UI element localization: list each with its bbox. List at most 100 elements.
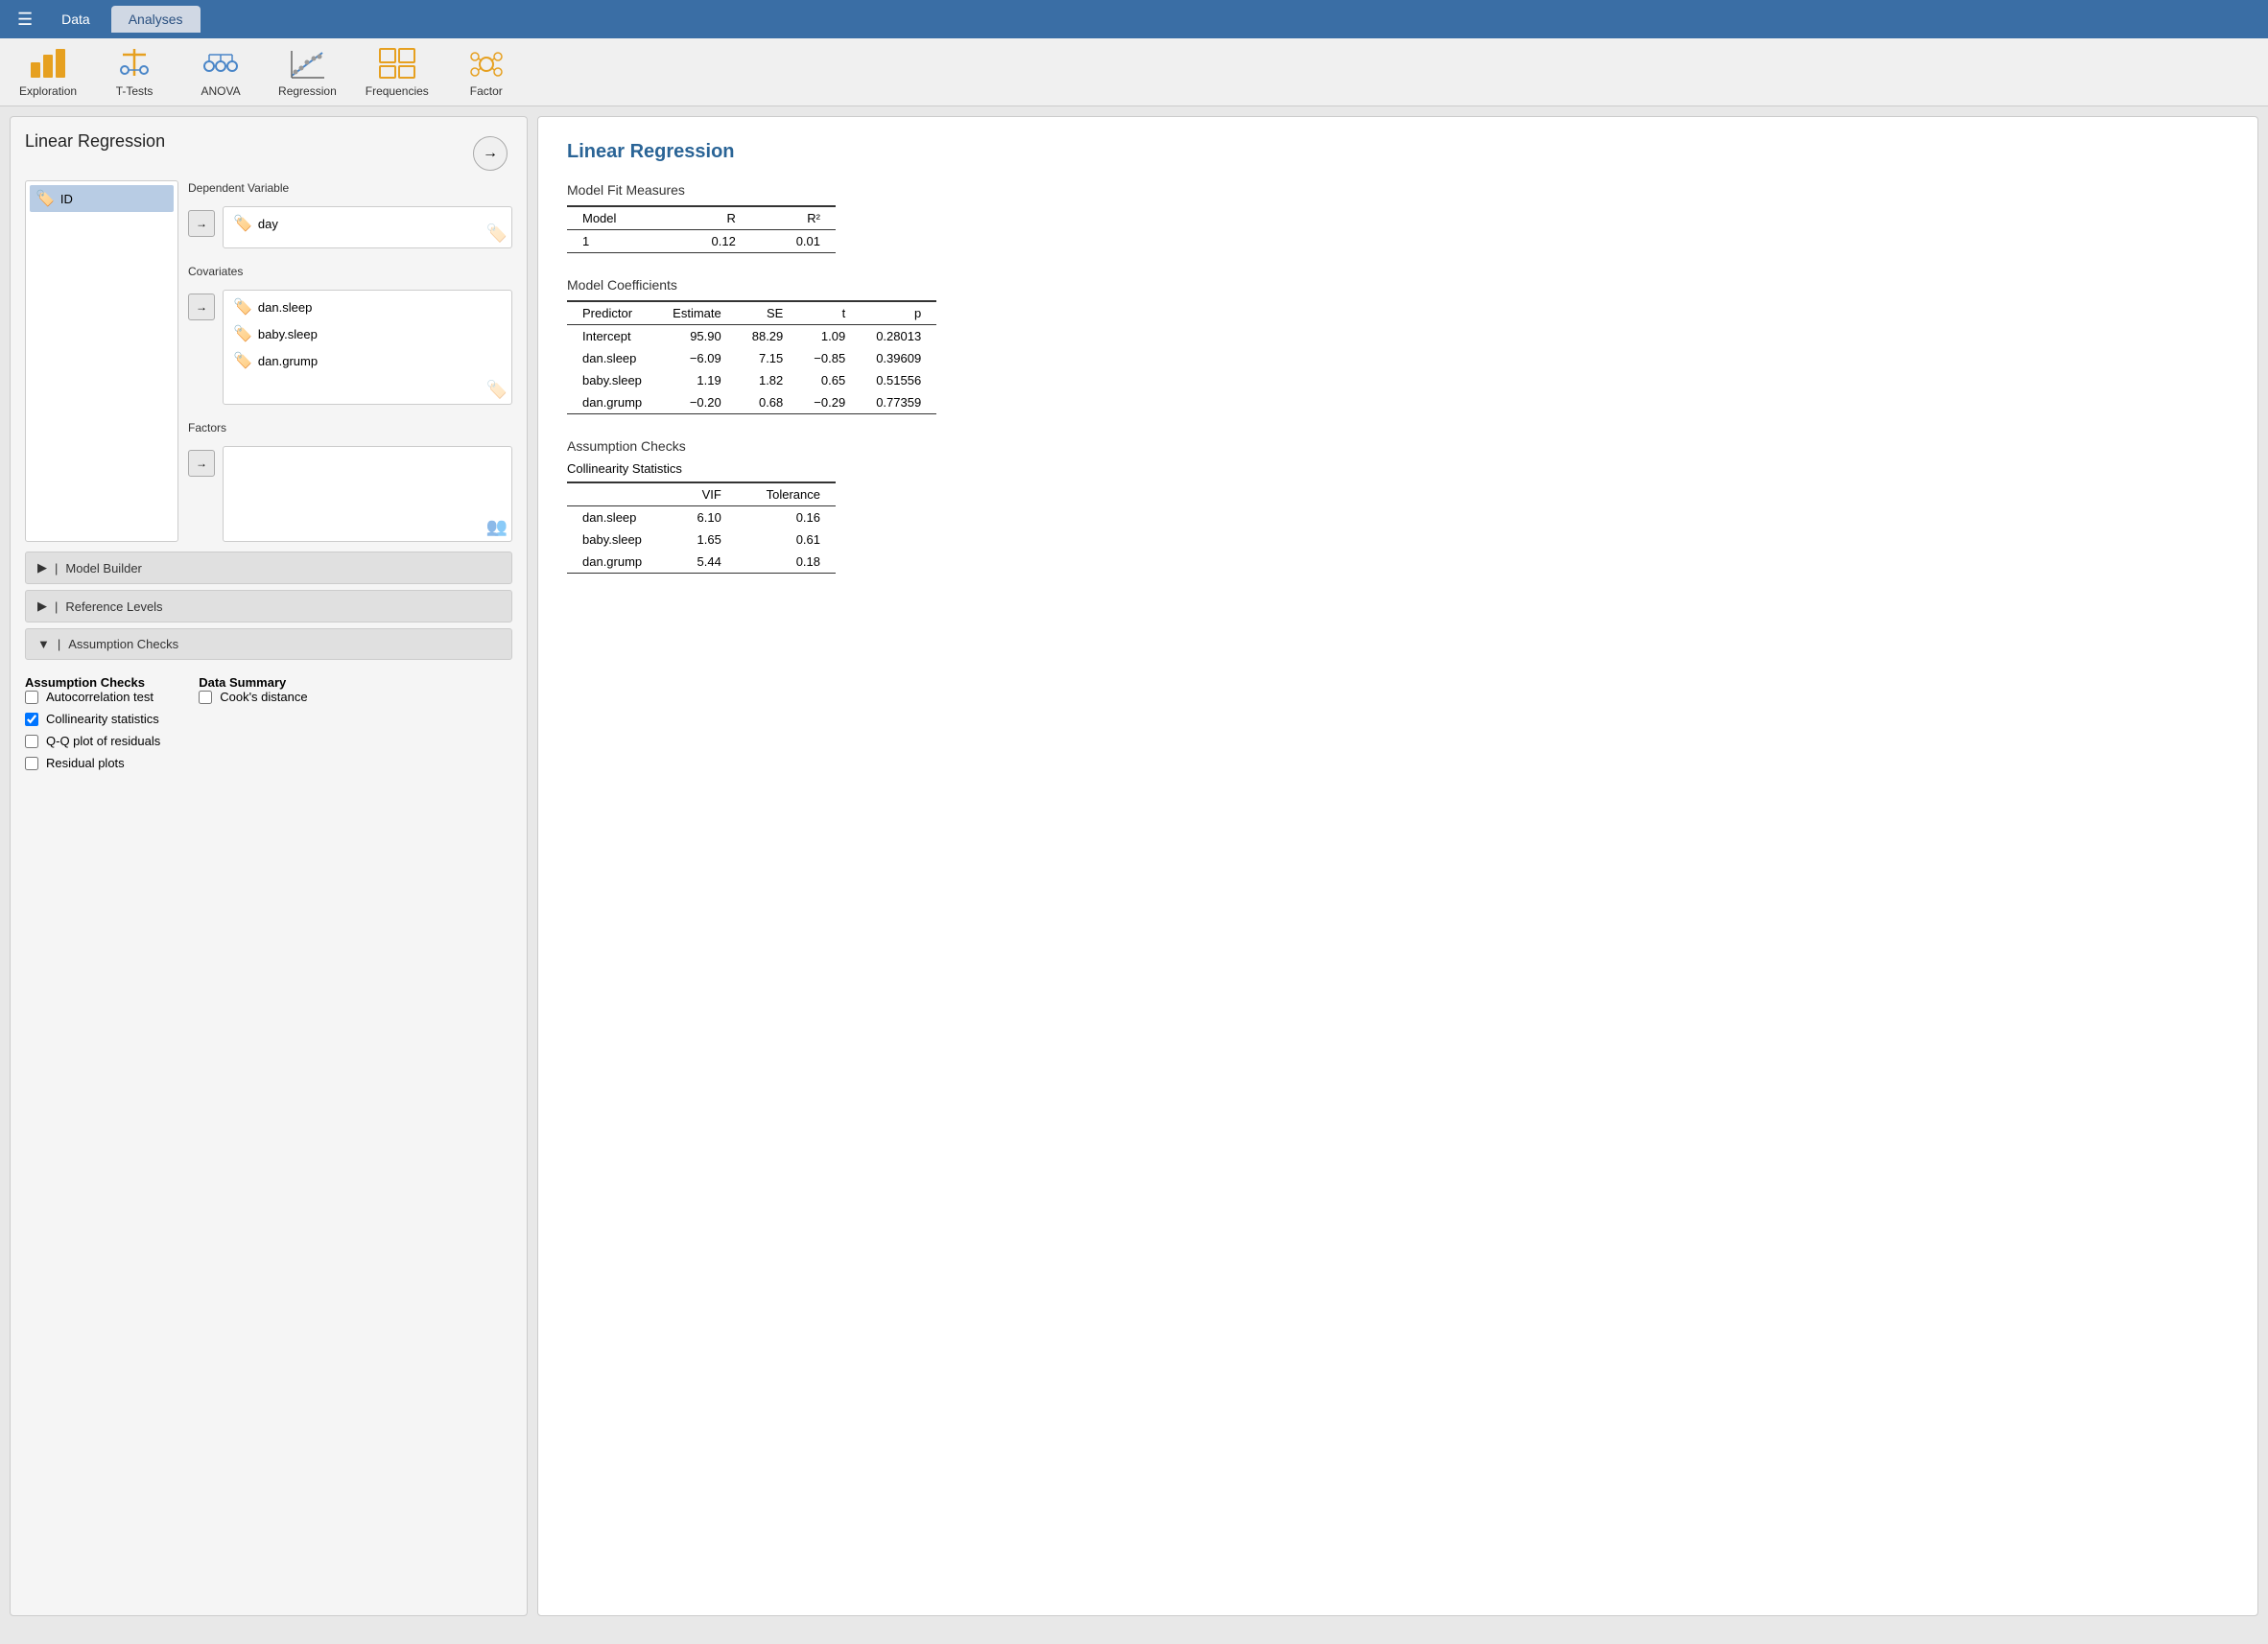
toolbar-item-factor[interactable]: Factor — [458, 46, 515, 98]
dependent-var-label: day — [258, 217, 278, 231]
model-fit-table: Model R R² 1 0.12 0.01 — [567, 205, 836, 253]
coll-dan-sleep-tol: 0.16 — [737, 506, 836, 529]
divider2: | — [55, 599, 58, 614]
collinearity-checkbox[interactable] — [25, 713, 38, 726]
dependent-variable-zone[interactable]: 🏷️ day 🏷️ — [223, 206, 512, 248]
cooks-distance-checkbox[interactable] — [199, 691, 212, 704]
toolbar-item-regression[interactable]: Regression — [278, 46, 337, 98]
divider3: | — [58, 637, 60, 651]
coll-baby-sleep-vif: 1.65 — [673, 528, 737, 551]
check-cooks-distance: Cook's distance — [199, 690, 307, 704]
collinearity-baby-sleep: baby.sleep 1.65 0.61 — [567, 528, 836, 551]
source-var-id-label: ID — [60, 192, 73, 206]
coeff-row-dan-grump: dan.grump −0.20 0.68 −0.29 0.77359 — [567, 391, 936, 414]
ttests-label: T-Tests — [116, 84, 154, 98]
reference-levels-chevron: ▶ — [37, 599, 47, 614]
r-col-header: R — [667, 206, 751, 230]
model-builder-header[interactable]: ▶ | Model Builder — [26, 552, 511, 583]
covariates-zone[interactable]: 🏷️ dan.sleep 🏷️ baby.sleep 🏷️ dan.grump … — [223, 290, 512, 405]
exploration-label: Exploration — [19, 84, 77, 98]
predictor-col-header: Predictor — [567, 301, 657, 325]
collinearity-dan-grump: dan.grump 5.44 0.18 — [567, 551, 836, 574]
factors-arrow-button[interactable]: → — [188, 450, 215, 477]
factors-zone[interactable]: 👥 — [223, 446, 512, 542]
anova-label: ANOVA — [201, 84, 240, 98]
var-id-icon: 🏷️ — [35, 189, 55, 208]
t-col-header: t — [798, 301, 861, 325]
collinearity-dan-sleep: dan.sleep 6.10 0.16 — [567, 506, 836, 529]
toolbar-item-ttests[interactable]: T-Tests — [106, 46, 163, 98]
model-fit-r: 0.12 — [667, 230, 751, 253]
assumption-checks-result-section: Assumption Checks Collinearity Statistic… — [567, 438, 2229, 574]
dan-sleep-icon: 🏷️ — [233, 297, 252, 317]
dan-grump-predictor: dan.grump — [567, 391, 657, 414]
model-coefficients-table: Predictor Estimate SE t p Intercept 95.9… — [567, 300, 936, 414]
autocorrelation-label: Autocorrelation test — [46, 690, 154, 704]
dependent-variable-label: Dependent Variable — [188, 177, 289, 195]
collinearity-predictor-header — [567, 482, 673, 506]
residual-plots-checkbox[interactable] — [25, 757, 38, 770]
hamburger-icon[interactable]: ☰ — [10, 6, 40, 34]
model-builder-label: Model Builder — [65, 561, 142, 575]
check-autocorrelation: Autocorrelation test — [25, 690, 160, 704]
regression-label: Regression — [278, 84, 337, 98]
result-title: Linear Regression — [567, 141, 2229, 163]
collinearity-header-row: VIF Tolerance — [567, 482, 836, 506]
model-coefficients-title: Model Coefficients — [567, 277, 2229, 293]
top-bar: ☰ Data Analyses — [0, 0, 2268, 38]
intercept-label: Intercept — [567, 325, 657, 348]
r2-col-header: R² — [751, 206, 836, 230]
baby-sleep-se: 1.82 — [737, 369, 799, 391]
var-assignments: Dependent Variable → 🏷️ day 🏷️ Covariate… — [188, 180, 512, 542]
right-panel: Linear Regression Model Fit Measures Mod… — [537, 116, 2258, 1616]
nav-tab-data[interactable]: Data — [44, 6, 107, 33]
model-builder-chevron: ▶ — [37, 560, 47, 575]
p-col-header: p — [861, 301, 936, 325]
vif-header: VIF — [673, 482, 737, 506]
qq-plot-checkbox[interactable] — [25, 735, 38, 748]
autocorrelation-checkbox[interactable] — [25, 691, 38, 704]
reference-levels-section[interactable]: ▶ | Reference Levels — [25, 590, 512, 622]
panel-title: Linear Regression — [25, 131, 165, 152]
coeff-row-intercept: Intercept 95.90 88.29 1.09 0.28013 — [567, 325, 936, 348]
covariate-baby-sleep: 🏷️ baby.sleep — [227, 321, 508, 346]
factor-label: Factor — [470, 84, 503, 98]
coll-dan-grump-vif: 5.44 — [673, 551, 737, 574]
toolbar-item-anova[interactable]: ANOVA — [192, 46, 249, 98]
toolbar-item-frequencies[interactable]: Frequencies — [366, 46, 429, 98]
covariates-arrow-button[interactable]: → — [188, 294, 215, 320]
dependent-arrow-button[interactable]: → — [188, 210, 215, 237]
model-col-header: Model — [567, 206, 667, 230]
covariates-label: Covariates — [188, 261, 243, 278]
baby-sleep-t: 0.65 — [798, 369, 861, 391]
dan-sleep-p: 0.39609 — [861, 347, 936, 369]
checks-expanded-content: Assumption Checks Autocorrelation test C… — [25, 666, 512, 787]
factor-icon — [467, 46, 506, 81]
assumption-checks-header[interactable]: ▼ | Assumption Checks — [26, 629, 511, 659]
intercept-se: 88.29 — [737, 325, 799, 348]
source-variables-list: 🏷️ ID — [25, 180, 178, 542]
dan-grump-icon: 🏷️ — [233, 351, 252, 370]
anova-icon — [201, 46, 240, 81]
model-fit-model: 1 — [567, 230, 667, 253]
source-var-id[interactable]: 🏷️ ID — [30, 185, 174, 212]
assumption-checks-section[interactable]: ▼ | Assumption Checks — [25, 628, 512, 660]
covariate-dan-grump-label: dan.grump — [258, 354, 318, 368]
toolbar-item-exploration[interactable]: Exploration — [19, 46, 77, 98]
dependent-variable-row: → 🏷️ day 🏷️ — [188, 206, 512, 248]
model-builder-section[interactable]: ▶ | Model Builder — [25, 552, 512, 584]
check-qq-plot: Q-Q plot of residuals — [25, 734, 160, 748]
dan-sleep-predictor: dan.sleep — [567, 347, 657, 369]
reference-levels-header[interactable]: ▶ | Reference Levels — [26, 591, 511, 622]
navigate-arrow-button[interactable]: → — [473, 136, 508, 171]
factors-row: → 👥 — [188, 446, 512, 542]
coll-dan-sleep-label: dan.sleep — [567, 506, 673, 529]
coll-baby-sleep-label: baby.sleep — [567, 528, 673, 551]
intercept-estimate: 95.90 — [657, 325, 737, 348]
dependent-var-day: 🏷️ day — [227, 211, 508, 236]
covariates-row: → 🏷️ dan.sleep 🏷️ baby.sleep 🏷️ dan.g — [188, 290, 512, 405]
model-fit-row-1: 1 0.12 0.01 — [567, 230, 836, 253]
nav-tab-analyses[interactable]: Analyses — [111, 6, 201, 33]
baby-sleep-icon: 🏷️ — [233, 324, 252, 343]
factors-drop-icon: 👥 — [486, 517, 508, 537]
